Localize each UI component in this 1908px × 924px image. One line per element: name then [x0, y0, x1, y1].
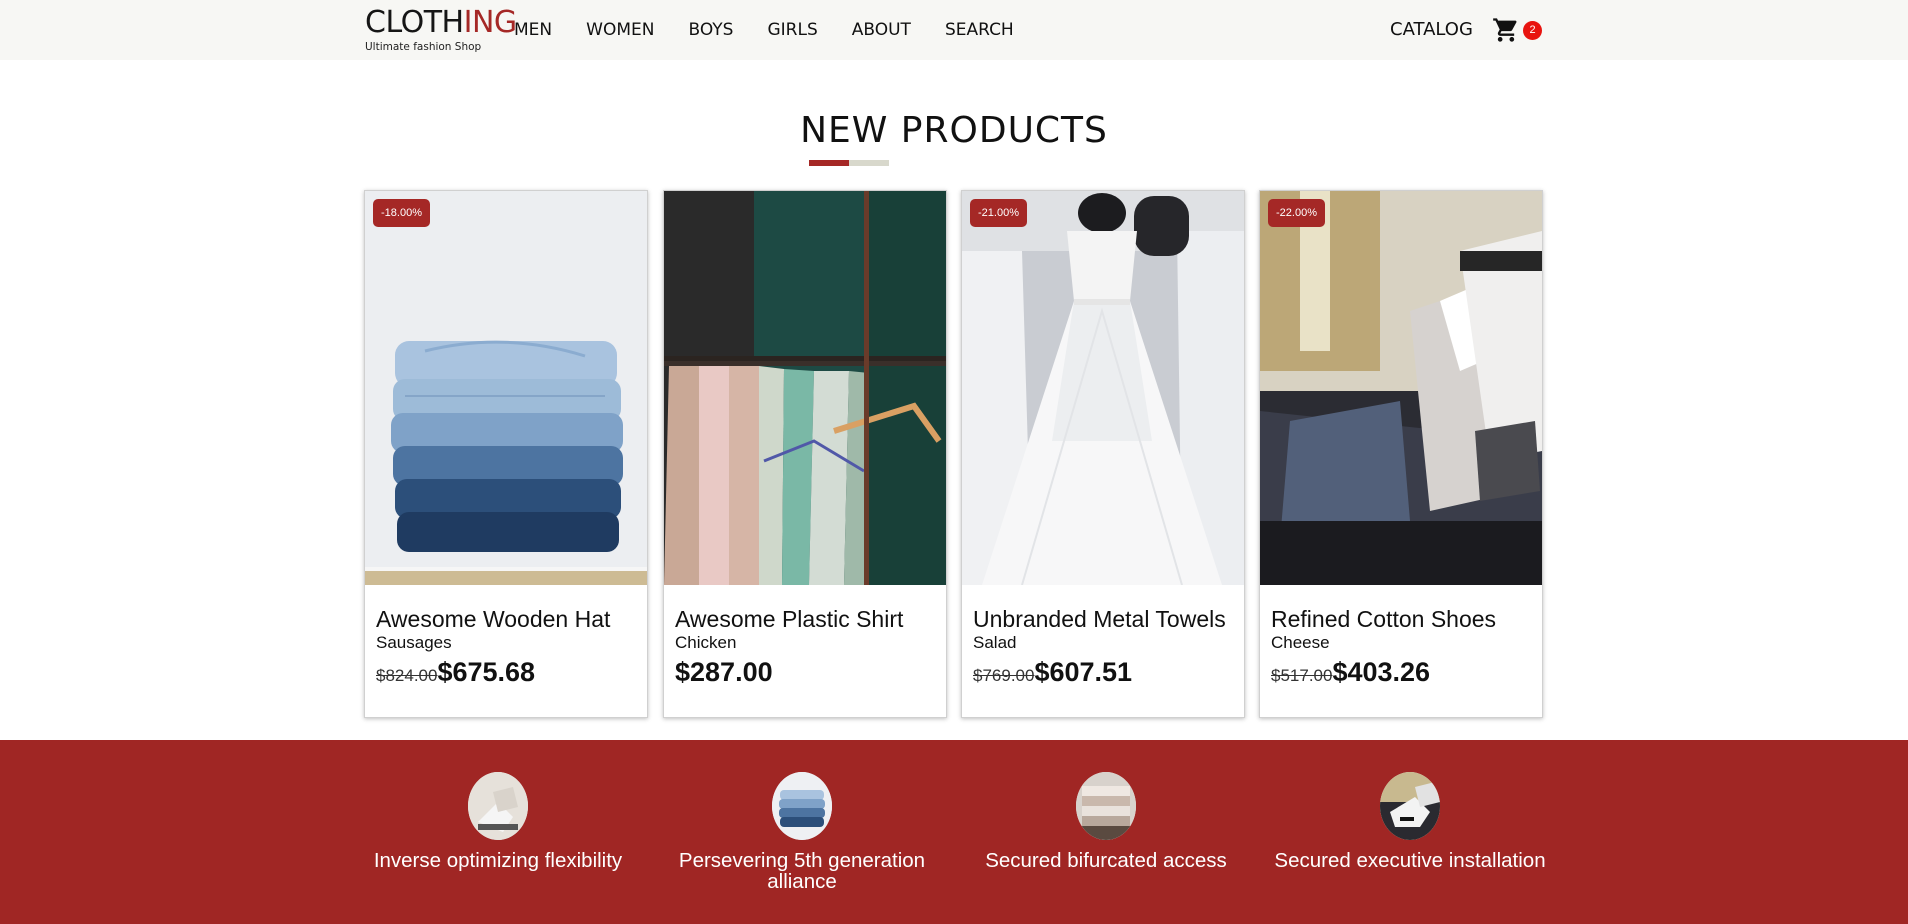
product-name[interactable]: Awesome Plastic Shirt: [675, 606, 903, 633]
product-card[interactable]: Awesome Plastic Shirt Chicken $287.00: [663, 190, 947, 718]
folded-jeans-photo: -18.00%: [365, 191, 647, 585]
price-row: $769.00 $607.51: [973, 657, 1132, 688]
current-price: $607.51: [1034, 657, 1133, 687]
shirts-display-photo: -22.00%: [1260, 191, 1542, 585]
sneakers-thumbnail: [1380, 772, 1440, 840]
catalog-link[interactable]: CATALOG: [1390, 19, 1473, 40]
nav-link-women[interactable]: WOMEN: [586, 20, 654, 40]
product-category: Sausages: [376, 633, 452, 652]
discount-badge: -21.00%: [970, 199, 1027, 227]
clothing-rack-photo: [664, 191, 946, 585]
title-underline: [809, 160, 889, 166]
top-navbar: CLOTHING Ultimate fashion Shop MEN WOMEN…: [0, 0, 1908, 60]
current-price: $675.68: [437, 657, 536, 687]
wedding-dress-photo: -21.00%: [962, 191, 1244, 585]
jeans-thumbnail: [772, 772, 832, 840]
site-logo[interactable]: CLOTHING Ultimate fashion Shop: [365, 5, 517, 55]
feature-label: Inverse optimizing flexibility: [373, 849, 623, 872]
shoes-thumbnail: [468, 772, 528, 840]
old-price: $769.00: [973, 666, 1035, 685]
product-category: Chicken: [675, 633, 737, 652]
price-row: $824.00 $675.68: [376, 657, 535, 688]
product-card[interactable]: -18.00% Awesome Wooden Hat Sausages $824…: [364, 190, 648, 718]
nav-link-boys[interactable]: BOYS: [688, 20, 733, 40]
nav-link-search[interactable]: SEARCH: [945, 20, 1014, 40]
product-name[interactable]: Unbranded Metal Towels: [973, 606, 1226, 633]
nav-link-about[interactable]: ABOUT: [852, 20, 911, 40]
discount-badge: -18.00%: [373, 199, 430, 227]
current-price: $403.26: [1332, 657, 1431, 687]
logo-tagline: Ultimate fashion Shop: [365, 41, 482, 53]
feature-label: Persevering 5th generation alliance: [678, 849, 926, 893]
old-price: $517.00: [1271, 666, 1333, 685]
discount-badge: -22.00%: [1268, 199, 1325, 227]
logo-part-2: ING: [463, 5, 518, 40]
feature-label: Secured executive installation: [1274, 849, 1546, 872]
product-category: Salad: [973, 633, 1017, 652]
old-price: $824.00: [376, 666, 438, 685]
price-row: $287.00: [675, 657, 773, 688]
logo-wordmark: CLOTHING: [365, 5, 517, 40]
underline-accent: [809, 160, 849, 166]
nav-link-men[interactable]: MEN: [514, 20, 552, 40]
product-card[interactable]: -22.00% Refined Cotton Shoes Cheese $517…: [1259, 190, 1543, 718]
nav-link-girls[interactable]: GIRLS: [767, 20, 817, 40]
logo-part-1: CLOTH: [365, 5, 464, 40]
current-price: $287.00: [675, 657, 773, 687]
cart-icon[interactable]: [1491, 16, 1521, 44]
product-name[interactable]: Awesome Wooden Hat: [376, 606, 610, 633]
features-strip: Inverse optimizing flexibility Perseveri…: [0, 740, 1908, 924]
underline-muted: [849, 160, 889, 166]
section-title: NEW PRODUCTS: [800, 110, 1108, 151]
towels-thumbnail: [1076, 772, 1136, 840]
product-category: Cheese: [1271, 633, 1330, 652]
main-nav: MEN WOMEN BOYS GIRLS ABOUT SEARCH: [514, 0, 1048, 60]
price-row: $517.00 $403.26: [1271, 657, 1430, 688]
product-card[interactable]: -21.00% Unbranded Metal Towels Salad $76…: [961, 190, 1245, 718]
feature-label: Secured bifurcated access: [985, 849, 1227, 872]
product-name[interactable]: Refined Cotton Shoes: [1271, 606, 1496, 633]
cart-count-badge: 2: [1523, 21, 1542, 40]
